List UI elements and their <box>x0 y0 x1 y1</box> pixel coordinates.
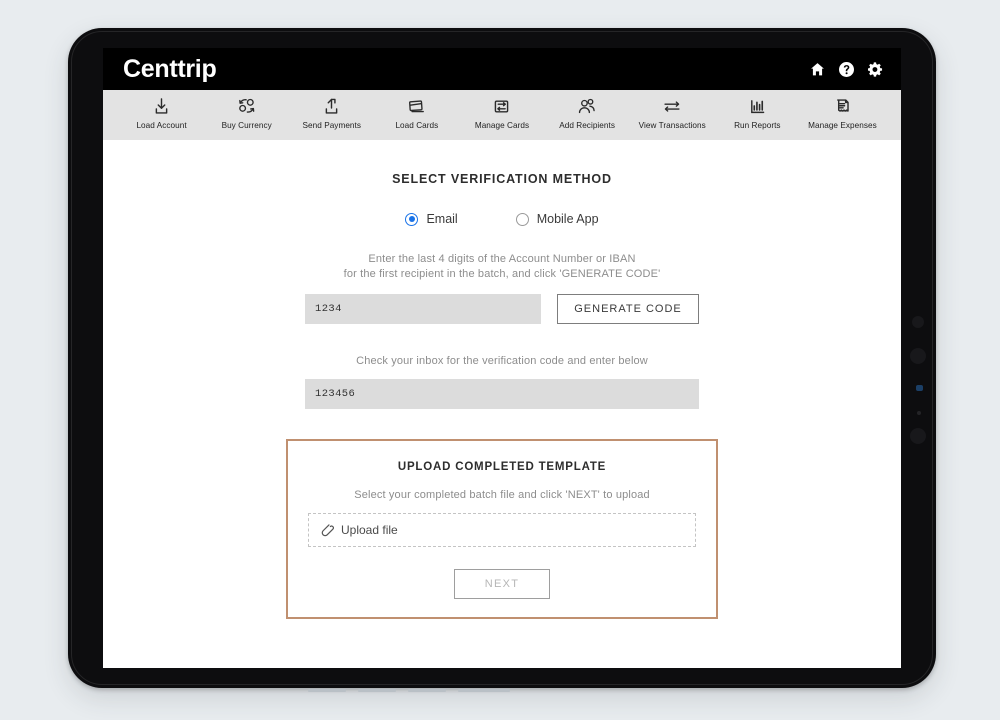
toolbar-item-label: Manage Expenses <box>808 121 877 130</box>
page-title: SELECT VERIFICATION METHOD <box>392 172 612 186</box>
currency-exchange-icon <box>237 97 257 116</box>
tablet-connector-pin <box>458 689 510 692</box>
home-icon[interactable] <box>810 62 825 77</box>
radio-label: Email <box>426 212 458 226</box>
toolbar-item-load-cards[interactable]: Load Cards <box>374 97 459 130</box>
generate-code-button[interactable]: GENERATE CODE <box>557 294 699 324</box>
tablet-connector-pin <box>358 689 396 692</box>
upload-file-dropzone[interactable]: Upload file <box>308 513 696 547</box>
tablet-screen: Centtrip Load Account Buy Currency Send … <box>103 48 901 668</box>
digits-instructions-line-1: Enter the last 4 digits of the Account N… <box>368 253 636 265</box>
toolbar-item-label: View Transactions <box>638 121 706 130</box>
toolbar-item-label: Load Account <box>136 121 187 130</box>
tablet-camera-lens <box>910 348 926 364</box>
upload-panel-subtitle: Select your completed batch file and cli… <box>354 489 650 501</box>
toolbar-item-view-transactions[interactable]: View Transactions <box>630 97 715 130</box>
main-toolbar: Load Account Buy Currency Send Payments <box>103 90 901 140</box>
radio-label: Mobile App <box>536 212 599 226</box>
upload-panel-title: UPLOAD COMPLETED TEMPLATE <box>397 461 607 473</box>
radio-indicator-email[interactable] <box>405 212 419 226</box>
toolbar-item-label: Buy Currency <box>221 121 272 130</box>
toolbar-item-run-reports[interactable]: Run Reports <box>715 97 800 130</box>
toolbar-item-add-recipients[interactable]: Add Recipients <box>545 97 630 130</box>
toolbar-item-manage-expenses[interactable]: Manage Expenses <box>800 97 885 130</box>
toolbar-item-load-account[interactable]: Load Account <box>119 97 204 130</box>
page-content: SELECT VERIFICATION METHOD Email Mobile … <box>103 140 901 668</box>
header-icon-group <box>810 61 883 77</box>
cards-stack-icon <box>407 97 427 116</box>
upload-tray-icon <box>322 97 341 116</box>
tablet-device-frame: Centtrip Load Account Buy Currency Send … <box>65 25 939 692</box>
toolbar-item-label: Add Recipients <box>559 121 615 130</box>
toolbar-item-label: Run Reports <box>734 121 781 130</box>
toolbar-item-send-payments[interactable]: Send Payments <box>289 97 374 130</box>
screenshot-stage: Centtrip Load Account Buy Currency Send … <box>0 0 1000 720</box>
people-icon <box>577 97 597 116</box>
bar-chart-icon <box>748 97 767 116</box>
toolbar-item-label: Manage Cards <box>474 121 530 130</box>
transfer-arrows-icon <box>662 97 682 116</box>
tablet-secondary-camera <box>910 428 926 444</box>
next-button[interactable]: NEXT <box>454 569 550 599</box>
tablet-microphone <box>917 411 921 415</box>
settings-gear-icon[interactable] <box>868 61 883 77</box>
help-icon[interactable] <box>839 61 854 77</box>
upload-template-panel: UPLOAD COMPLETED TEMPLATE Select your co… <box>286 439 718 619</box>
account-digits-input[interactable]: 1234 <box>305 294 541 324</box>
radio-option-email[interactable]: Email <box>405 212 458 226</box>
tablet-connector-pin <box>408 689 446 692</box>
toolbar-item-label: Send Payments <box>302 121 361 130</box>
paperclip-icon <box>321 523 334 537</box>
tablet-connector-pin <box>308 689 346 692</box>
code-instructions: Check your inbox for the verification co… <box>356 355 648 367</box>
radio-indicator-mobile-app[interactable] <box>515 212 529 226</box>
app-header: Centtrip <box>103 48 901 90</box>
radio-option-mobile-app[interactable]: Mobile App <box>515 212 599 226</box>
toolbar-item-manage-cards[interactable]: Manage Cards <box>459 97 544 130</box>
digits-instructions-line-2: for the first recipient in the batch, an… <box>343 268 661 280</box>
verification-code-input[interactable]: 123456 <box>305 379 699 409</box>
toolbar-item-buy-currency[interactable]: Buy Currency <box>204 97 289 130</box>
toolbar-item-label: Load Cards <box>395 121 439 130</box>
card-refresh-icon <box>492 97 511 116</box>
tablet-camera-sensor <box>912 316 924 328</box>
digits-row: 1234 GENERATE CODE <box>305 294 699 324</box>
brand-logo[interactable]: Centtrip <box>123 55 217 84</box>
receipt-icon <box>833 97 852 116</box>
upload-file-label: Upload file <box>341 523 398 537</box>
tablet-indicator-light <box>916 385 923 391</box>
digits-instructions: Enter the last 4 digits of the Account N… <box>344 252 661 282</box>
verification-method-radio-group: Email Mobile App <box>405 212 599 226</box>
download-tray-icon <box>152 97 171 116</box>
